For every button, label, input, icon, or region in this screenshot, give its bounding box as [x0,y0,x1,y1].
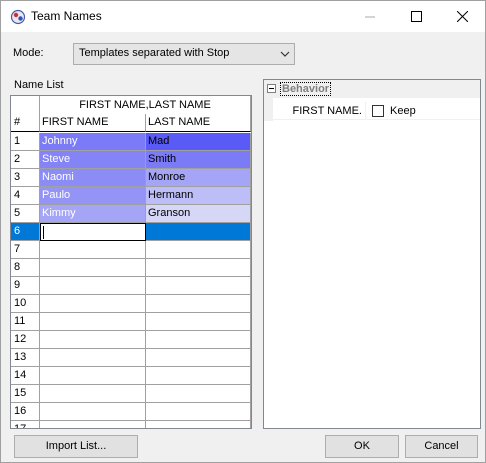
last-name-cell[interactable] [146,349,251,367]
ok-button[interactable]: OK [325,435,399,458]
last-name-cell[interactable] [146,223,251,241]
last-name-cell[interactable] [146,259,251,277]
first-name-cell[interactable] [40,313,146,331]
grid-corner [11,96,40,114]
last-name-cell[interactable] [146,313,251,331]
first-name-cell[interactable] [40,403,146,421]
team-names-dialog: Team Names Mode: Templates separated wit… [0,0,486,463]
row-number: 12 [11,331,40,349]
property-value: Keep [390,105,416,117]
name-list-label: Name List [14,79,64,91]
category-row[interactable]: Behavior [264,80,480,98]
row-number: 3 [11,169,40,187]
title-bar: Team Names [1,1,485,32]
row-number: 5 [11,205,40,223]
column-group-header: FIRST NAME,LAST NAME [40,96,251,114]
first-name-cell[interactable] [40,421,146,428]
row-number: 6 [11,223,40,241]
last-name-cell[interactable] [146,331,251,349]
first-name-cell[interactable] [40,223,146,241]
keep-checkbox[interactable] [372,105,384,117]
mode-selected-value: Templates separated with Stop [79,47,230,59]
row-number: 11 [11,313,40,331]
last-name-header[interactable]: LAST NAME [146,114,251,132]
first-name-cell[interactable]: Steve [40,151,146,169]
last-name-cell[interactable] [146,421,251,428]
first-name-cell[interactable]: Johnny [40,133,146,151]
text-cursor [43,226,44,239]
row-number: 2 [11,151,40,169]
last-name-cell[interactable] [146,241,251,259]
category-label: Behavior [280,82,332,96]
last-name-cell[interactable] [146,385,251,403]
property-grid: Behavior FIRST NAME. Keep [263,79,481,429]
row-number: 14 [11,367,40,385]
last-name-cell[interactable]: Granson [146,205,251,223]
first-name-cell[interactable] [40,295,146,313]
property-name: FIRST NAME. [274,102,366,120]
first-name-cell[interactable] [40,331,146,349]
last-name-cell[interactable] [146,277,251,295]
last-name-cell[interactable] [146,295,251,313]
first-name-cell[interactable] [40,277,146,295]
last-name-cell[interactable]: Smith [146,151,251,169]
app-icon [10,9,26,25]
name-list-grid[interactable]: FIRST NAME,LAST NAME # FIRST NAME LAST N… [10,95,252,429]
first-name-cell[interactable] [40,349,146,367]
collapse-icon[interactable] [267,84,276,93]
last-name-cell[interactable]: Mad [146,133,251,151]
mode-select[interactable]: Templates separated with Stop [73,43,295,65]
row-number: 7 [11,241,40,259]
maximize-icon [410,11,422,22]
first-name-cell[interactable]: Kimmy [40,205,146,223]
first-name-cell[interactable] [40,367,146,385]
close-button[interactable] [439,1,485,32]
row-number: 17 [11,421,40,428]
mode-label: Mode: [13,47,44,59]
last-name-cell[interactable] [146,403,251,421]
property-row[interactable]: FIRST NAME. Keep [264,98,480,121]
row-number-header: # [11,114,40,132]
row-number: 10 [11,295,40,313]
row-number: 4 [11,187,40,205]
last-name-cell[interactable]: Hermann [146,187,251,205]
first-name-header[interactable]: FIRST NAME [40,114,146,132]
cancel-button[interactable]: Cancel [405,435,478,458]
first-name-cell[interactable] [40,385,146,403]
first-name-cell[interactable]: Naomi [40,169,146,187]
first-name-cell[interactable] [40,259,146,277]
row-number: 15 [11,385,40,403]
last-name-cell[interactable]: Monroe [146,169,251,187]
minimize-icon [365,16,375,17]
row-number: 13 [11,349,40,367]
row-number: 16 [11,403,40,421]
maximize-button[interactable] [393,1,439,32]
row-number: 8 [11,259,40,277]
window-title: Team Names [31,9,102,23]
first-name-cell[interactable] [40,241,146,259]
import-list-button[interactable]: Import List... [14,435,138,458]
last-name-cell[interactable] [146,367,251,385]
first-name-cell[interactable]: Paulo [40,187,146,205]
property-gutter [264,98,273,121]
chevron-down-icon [280,51,290,57]
minimize-button[interactable] [347,1,393,32]
row-number: 1 [11,133,40,151]
row-number: 9 [11,277,40,295]
close-icon [456,11,468,22]
